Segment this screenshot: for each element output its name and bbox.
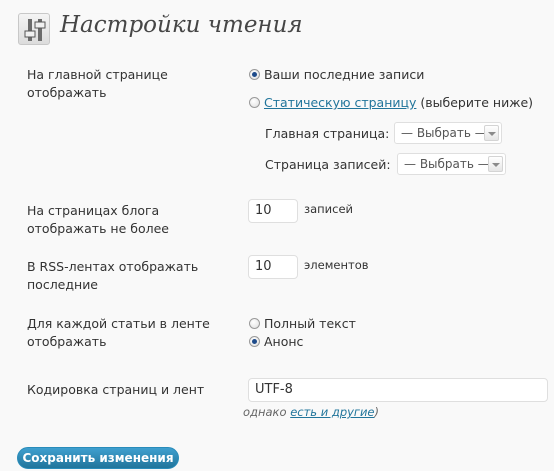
- encoding-label: Кодировка страниц и лент: [27, 382, 205, 397]
- encoding-note-suffix: ): [374, 405, 380, 419]
- front-page-select-label: Главная страница:: [265, 126, 390, 141]
- front-page-label: На главной странице отображать: [27, 67, 168, 100]
- front-page-select-value: — Выбрать —: [401, 126, 487, 140]
- encoding-input[interactable]: UTF-8: [248, 378, 548, 402]
- full-text-option[interactable]: Полный текст: [249, 316, 356, 332]
- latest-posts-option[interactable]: Ваши последние записи: [249, 67, 424, 83]
- rss-article-label: Для каждой статьи в ленте отображать: [27, 316, 210, 349]
- static-page-link[interactable]: Статическую страницу: [264, 95, 416, 110]
- summary-radio[interactable]: [249, 336, 260, 347]
- full-text-label: Полный текст: [264, 316, 356, 331]
- encoding-note: однако есть и другие): [243, 405, 379, 419]
- posts-per-page-input[interactable]: 10: [248, 199, 298, 223]
- rss-items-input[interactable]: 10: [248, 255, 298, 279]
- front-page-select[interactable]: — Выбрать —: [394, 122, 502, 144]
- blog-pages-label: На страницах блога отображать не более: [27, 203, 169, 236]
- rss-items-unit: элементов: [304, 258, 369, 272]
- encoding-note-prefix: однако: [243, 405, 291, 419]
- static-page-suffix: (выберите ниже): [416, 95, 534, 110]
- static-page-option[interactable]: Статическую страницу (выберите ниже): [249, 95, 533, 111]
- full-text-radio[interactable]: [249, 318, 260, 329]
- chevron-down-icon[interactable]: [484, 125, 499, 141]
- posts-page-select[interactable]: — Выбрать —: [397, 153, 506, 175]
- latest-posts-label: Ваши последние записи: [264, 67, 425, 82]
- posts-page-select-label: Страница записей:: [265, 157, 391, 172]
- page-title: Настройки чтения: [60, 12, 303, 38]
- posts-per-page-unit: записей: [304, 202, 354, 216]
- settings-sliders-icon: [18, 13, 50, 45]
- summary-option[interactable]: Анонс: [249, 334, 303, 350]
- latest-posts-radio[interactable]: [249, 69, 260, 80]
- static-page-radio[interactable]: [249, 97, 260, 108]
- chevron-down-icon[interactable]: [488, 156, 503, 172]
- encoding-list-link[interactable]: есть и другие: [290, 405, 374, 419]
- rss-items-label: В RSS-лентах отображать последние: [27, 259, 199, 292]
- save-button[interactable]: Сохранить изменения: [17, 447, 179, 469]
- summary-label: Анонс: [264, 334, 304, 349]
- posts-page-select-value: — Выбрать —: [404, 157, 490, 171]
